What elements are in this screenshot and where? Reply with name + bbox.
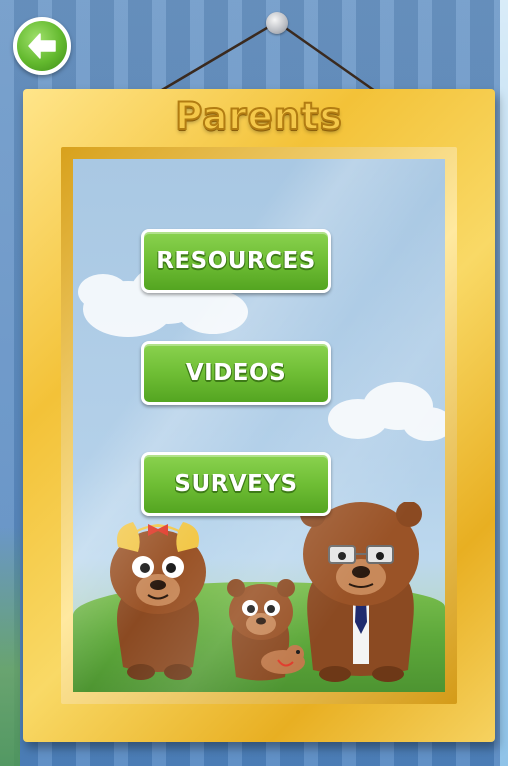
- videos-button-label: VIDEOS: [185, 360, 287, 386]
- resources-button-label: RESOURCES: [156, 248, 316, 274]
- plant-edge: [0, 526, 20, 766]
- bear-family-illustration: [110, 502, 422, 682]
- surveys-button[interactable]: SURVEYS: [141, 452, 331, 516]
- resources-button[interactable]: RESOURCES: [141, 229, 331, 293]
- surveys-button-label: SURVEYS: [174, 471, 298, 497]
- nail-icon: [266, 12, 288, 34]
- back-button[interactable]: [13, 17, 71, 75]
- window-light-strip: [500, 0, 508, 766]
- videos-button[interactable]: VIDEOS: [141, 341, 331, 405]
- cloud-right: [328, 382, 445, 441]
- back-arrow-icon: [28, 33, 56, 59]
- picture-frame: Parents: [23, 89, 495, 742]
- page-title: Parents: [174, 94, 343, 139]
